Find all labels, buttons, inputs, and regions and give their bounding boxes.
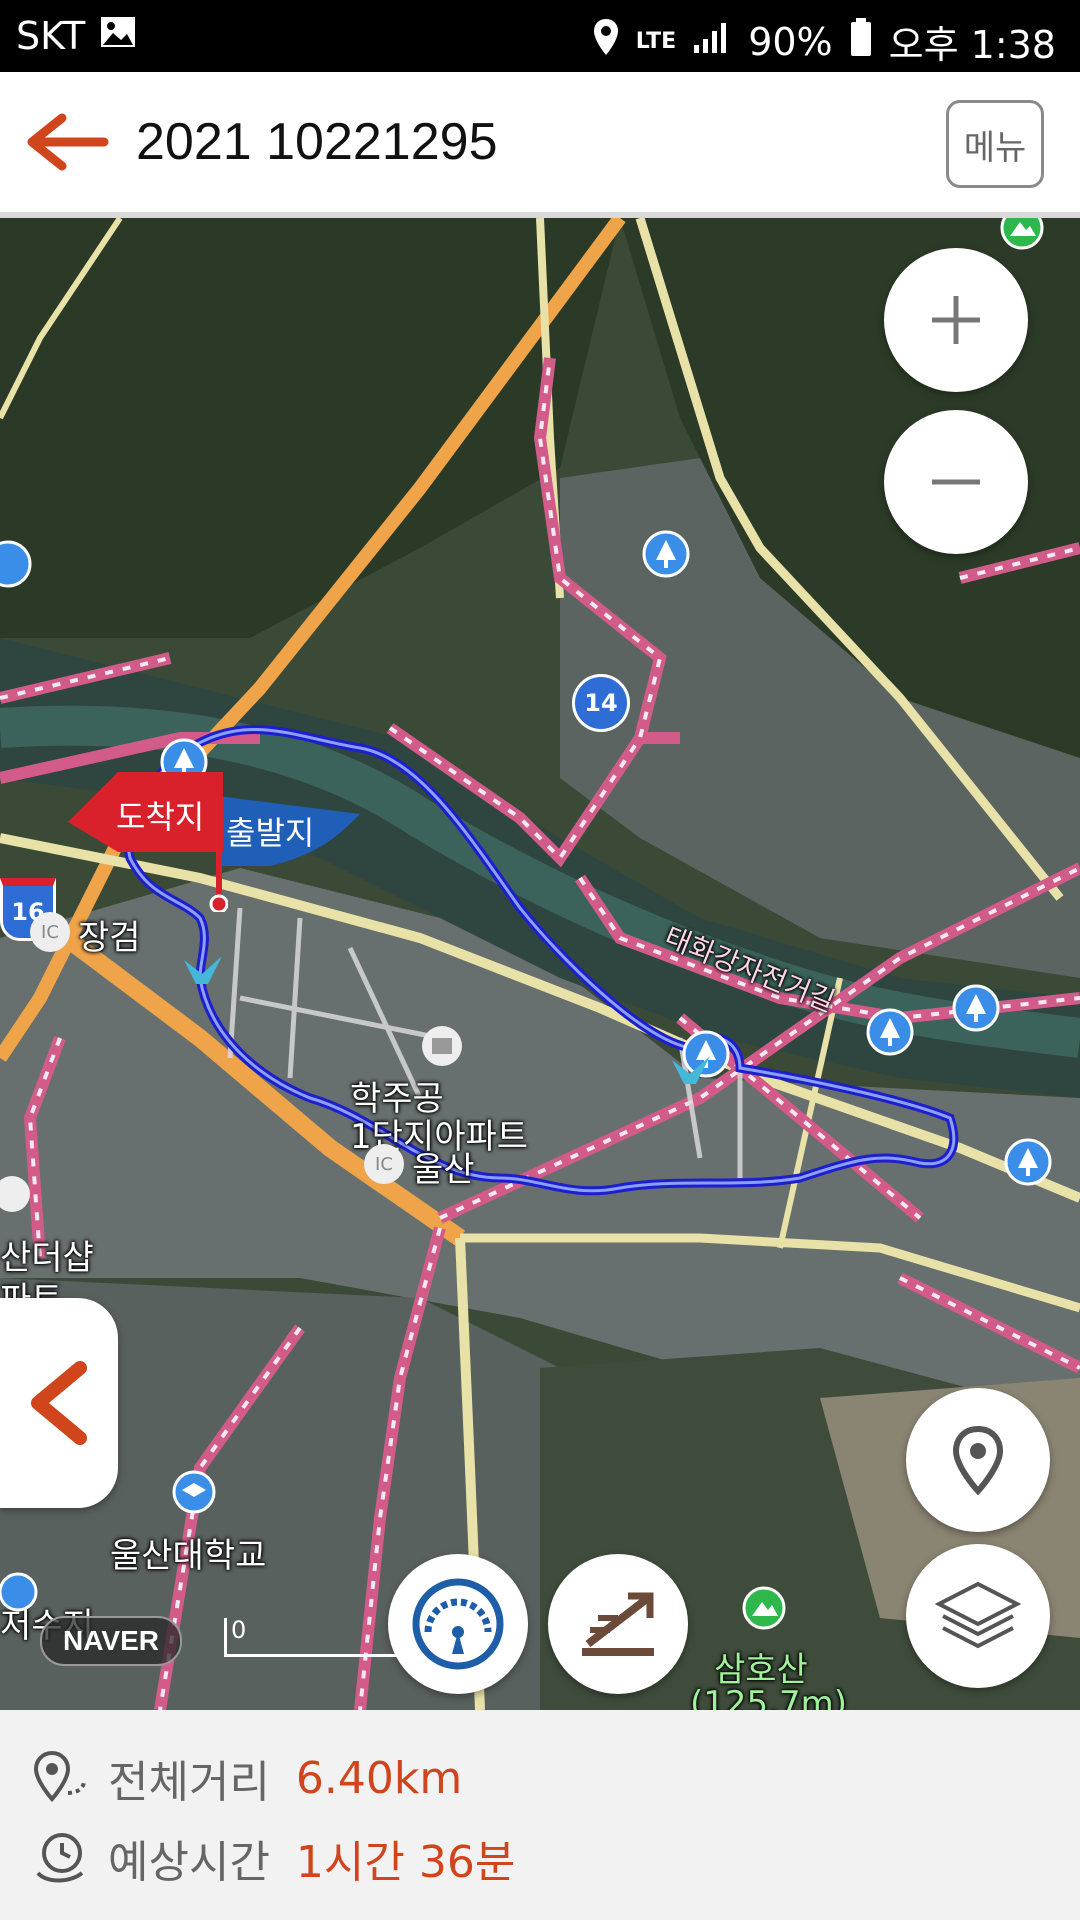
- layers-icon: [934, 1581, 1022, 1649]
- zoom-out-button[interactable]: [884, 410, 1028, 554]
- tree-poi-icon: [866, 1008, 914, 1056]
- minus-icon: [932, 479, 980, 485]
- menu-button-label: 메뉴: [963, 127, 1027, 168]
- speedometer-button[interactable]: [388, 1554, 528, 1694]
- elevation-icon: [582, 1592, 654, 1656]
- building-poi-icon: [0, 1176, 30, 1212]
- back-arrow-icon: [27, 113, 109, 171]
- speedometer-icon: [412, 1578, 504, 1670]
- tree-poi-icon: [1004, 1138, 1052, 1186]
- location-pin-icon: [952, 1425, 1004, 1495]
- clock: 오후 1:38: [888, 23, 1056, 67]
- mountain-poi-icon: [1000, 218, 1044, 250]
- elevation-button[interactable]: [548, 1554, 688, 1694]
- naver-logo: NAVER: [40, 1616, 182, 1666]
- direction-marker-icon: [184, 956, 222, 984]
- network-type: LTE: [635, 29, 677, 54]
- route-info-panel: 전체거리 6.40km 예상시간 1시간 36분: [0, 1710, 1080, 1920]
- distance-value: 6.40km: [295, 1752, 463, 1804]
- page-title: 2021 10221295: [136, 113, 498, 171]
- signal-icon: [692, 19, 732, 64]
- distance-pin-icon: [33, 1750, 86, 1803]
- back-button[interactable]: [22, 112, 112, 172]
- battery-icon: [849, 17, 873, 66]
- distance-row: 전체거리 6.40km: [32, 1746, 462, 1810]
- direction-marker-icon: [672, 1056, 710, 1084]
- battery-percent: 90%: [748, 19, 833, 64]
- distance-label: 전체거리: [108, 1757, 270, 1808]
- layers-button[interactable]: [906, 1544, 1050, 1688]
- building-poi-icon: [422, 1026, 462, 1066]
- tree-poi-icon: [952, 984, 1000, 1032]
- status-bar: SKT LTE 90% 오후 1:38: [0, 0, 1080, 72]
- time-label: 예상시간: [108, 1837, 270, 1888]
- map-scale: 0: [224, 1616, 397, 1657]
- my-location-button[interactable]: [906, 1388, 1050, 1532]
- map-label-jangeom: 장검: [78, 918, 141, 958]
- ic-icon: IC: [364, 1144, 404, 1184]
- tree-poi-icon: [642, 530, 690, 578]
- chevron-left-icon: [31, 1361, 87, 1445]
- arrival-flag: 도착지: [68, 772, 228, 912]
- map-label-university: 울산대학교: [110, 1536, 267, 1576]
- time-value: 1시간 36분: [295, 1837, 516, 1888]
- school-poi-icon: [172, 1470, 216, 1514]
- water-poi-icon: [0, 1572, 38, 1612]
- menu-button[interactable]: 메뉴: [946, 100, 1044, 188]
- clock-route-icon: [36, 1833, 84, 1883]
- route-14-badge: 14: [572, 674, 630, 732]
- map-view[interactable]: 장검 울산 학주공 1단지아파트 울산대학교 산더샵 파트 저수지 삼호산 (1…: [0, 218, 1080, 1710]
- image-icon: [99, 14, 137, 58]
- tree-poi-icon: [0, 540, 32, 588]
- mountain-poi-icon: [742, 1586, 786, 1630]
- collapse-panel-button[interactable]: [0, 1298, 118, 1508]
- ic-icon: IC: [30, 912, 70, 952]
- time-row: 예상시간 1시간 36분: [32, 1826, 515, 1890]
- departure-flag: 출발지: [210, 794, 370, 874]
- zoom-in-button[interactable]: [884, 248, 1028, 392]
- carrier-label: SKT: [16, 14, 86, 58]
- location-icon: [592, 17, 620, 66]
- map-label-samhosan-height: (125.7m): [690, 1684, 847, 1710]
- plus-icon: [932, 296, 980, 344]
- app-header: 2021 10221295 메뉴: [0, 72, 1080, 218]
